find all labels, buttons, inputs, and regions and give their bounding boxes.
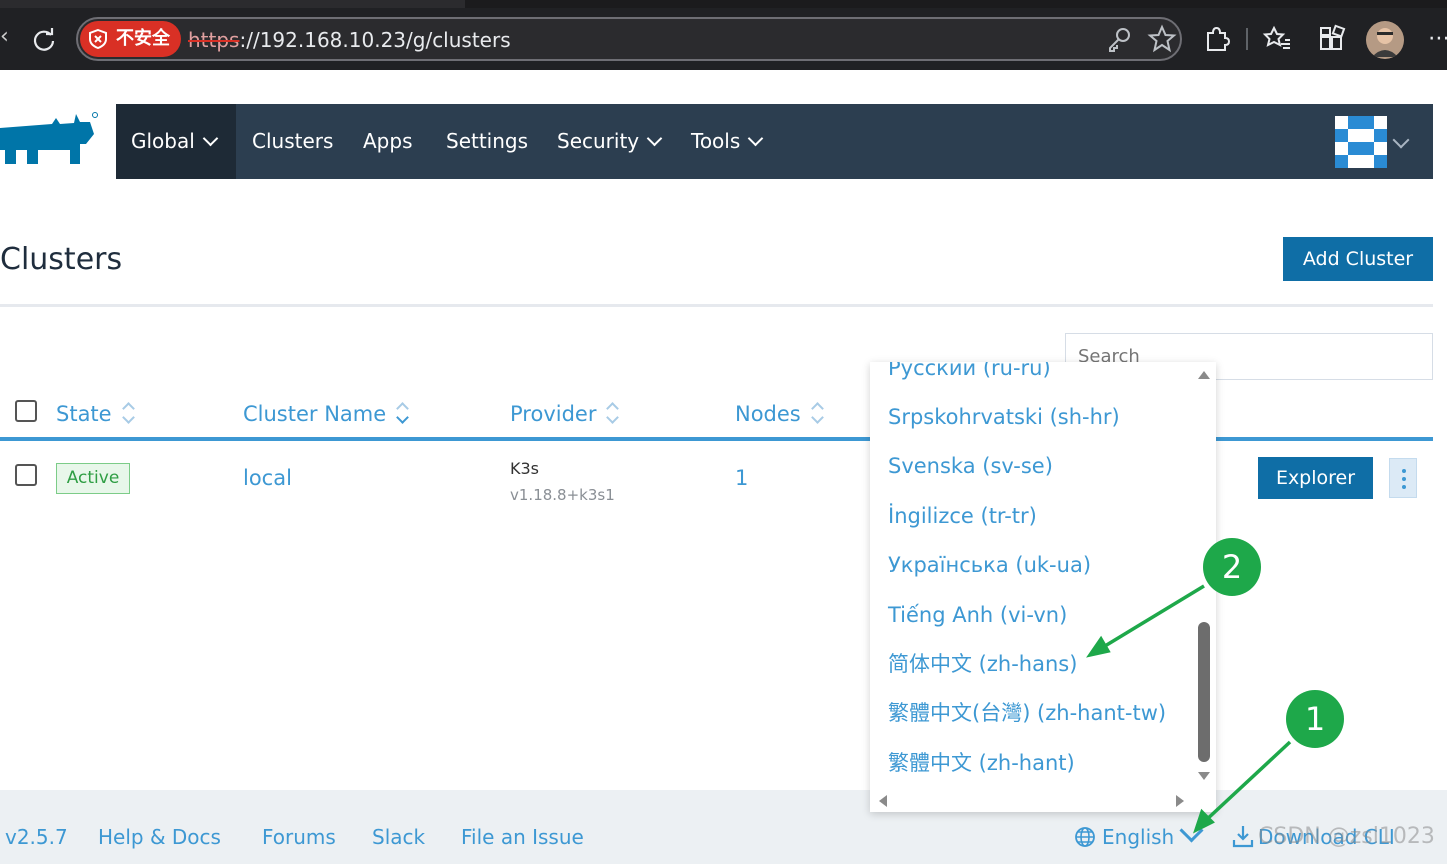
language-option[interactable]: Srpskohrvatski (sh-hr): [888, 399, 1120, 435]
scroll-down-arrow-icon[interactable]: [1198, 772, 1210, 780]
chevron-down-icon: [646, 130, 663, 147]
language-dropdown[interactable]: Русский (ru-ru) Srpskohrvatski (sh-hr) S…: [870, 362, 1216, 812]
chevron-down-icon: [748, 130, 764, 147]
language-option[interactable]: 繁體中文 (zh-hant): [888, 745, 1075, 781]
back-icon[interactable]: ‹: [0, 22, 12, 52]
nav-apps-label: Apps: [363, 129, 413, 153]
watermark: CSDN @zsl1023: [1258, 824, 1435, 849]
provider-name: K3s: [510, 459, 540, 478]
status-badge: Active: [56, 463, 130, 494]
scroll-right-arrow-icon[interactable]: [1176, 795, 1184, 807]
star-icon[interactable]: [1147, 24, 1177, 54]
version-label[interactable]: v2.5.7: [5, 822, 68, 852]
state-header-label: State: [56, 402, 112, 426]
extensions-icon[interactable]: [1202, 24, 1232, 54]
profile-avatar[interactable]: [1366, 21, 1404, 59]
column-header-nodes[interactable]: Nodes: [735, 398, 825, 430]
toolbar-separator: [1246, 28, 1248, 50]
row-checkbox[interactable]: [15, 464, 37, 486]
language-option[interactable]: Русский (ru-ru): [888, 362, 1051, 386]
explorer-button[interactable]: Explorer: [1258, 457, 1373, 499]
language-option-zh-hans[interactable]: 简体中文 (zh-hans): [888, 646, 1077, 682]
user-avatar[interactable]: [1335, 116, 1387, 168]
key-icon[interactable]: [1104, 24, 1134, 54]
footer-link-slack[interactable]: Slack: [372, 822, 425, 852]
nav-tools-label: Tools: [691, 129, 741, 153]
add-cluster-button[interactable]: Add Cluster: [1283, 237, 1433, 281]
language-option[interactable]: Українська (uk-ua): [888, 547, 1091, 583]
language-selector[interactable]: English: [1102, 822, 1174, 852]
active-tab[interactable]: [0, 0, 465, 8]
nav-apps[interactable]: Apps: [363, 104, 413, 179]
nav-clusters-label: Clusters: [252, 129, 334, 153]
language-option[interactable]: Svenska (sv-se): [888, 448, 1053, 484]
sort-icon: [396, 401, 410, 425]
nav-security-label: Security: [557, 129, 640, 153]
provider-header-label: Provider: [510, 402, 597, 426]
scroll-left-arrow-icon[interactable]: [879, 795, 887, 807]
page-title: Clusters: [0, 242, 123, 277]
title-divider: [0, 304, 1433, 307]
scroll-up-arrow-icon[interactable]: [1198, 371, 1210, 379]
favorites-icon[interactable]: [1262, 24, 1292, 54]
provider-version: v1.18.8+k3s1: [510, 486, 615, 504]
tab-strip: [0, 0, 1447, 8]
select-all-checkbox[interactable]: [15, 400, 37, 422]
cluster-name-link[interactable]: local: [243, 463, 292, 493]
annotation-marker-1: 1: [1286, 690, 1344, 748]
url-text[interactable]: https://192.168.10.23/g/clusters: [188, 26, 511, 54]
sort-icon: [121, 401, 136, 425]
security-label: 不安全: [116, 28, 170, 49]
row-actions-kebab-icon[interactable]: [1389, 458, 1417, 498]
shield-warning-icon: [88, 28, 108, 50]
url-scheme: https: [188, 28, 240, 52]
nav-global[interactable]: Global: [131, 104, 219, 179]
footer-link-file-issue[interactable]: File an Issue: [461, 822, 584, 852]
dropdown-scrollbar-thumb[interactable]: [1198, 622, 1210, 762]
annotation-marker-2: 2: [1203, 538, 1261, 596]
nav-security[interactable]: Security: [557, 104, 663, 179]
cluster-name-header-label: Cluster Name: [243, 402, 387, 426]
globe-icon: [1074, 826, 1096, 848]
language-option[interactable]: Tiếng Anh (vi-vn): [888, 597, 1067, 633]
nodes-header-label: Nodes: [735, 402, 801, 426]
footer-link-forums[interactable]: Forums: [262, 822, 336, 852]
nav-settings[interactable]: Settings: [446, 104, 528, 179]
language-option[interactable]: İngilizce (tr-tr): [888, 498, 1037, 534]
collections-icon[interactable]: [1317, 24, 1347, 54]
language-option[interactable]: 繁體中文(台灣) (zh-hant-tw): [888, 695, 1166, 731]
footer-link-help-docs[interactable]: Help & Docs: [98, 822, 221, 852]
more-icon[interactable]: ⋯: [1428, 24, 1447, 54]
nav-settings-label: Settings: [446, 129, 529, 153]
sort-icon: [606, 401, 620, 425]
column-header-cluster-name[interactable]: Cluster Name: [243, 398, 410, 430]
reload-icon[interactable]: [30, 26, 58, 54]
download-icon[interactable]: [1232, 824, 1254, 848]
node-count-link[interactable]: 1: [735, 463, 748, 493]
column-header-provider[interactable]: Provider: [510, 398, 620, 430]
table-header-divider: [0, 437, 1433, 441]
nav-global-label: Global: [131, 129, 195, 153]
column-header-state[interactable]: State: [56, 398, 136, 430]
security-chip[interactable]: 不安全: [80, 21, 181, 57]
sort-icon: [810, 401, 825, 425]
chevron-down-icon: [202, 130, 219, 147]
nav-tools[interactable]: Tools: [691, 104, 764, 179]
nav-clusters[interactable]: Clusters: [252, 104, 333, 179]
rancher-logo[interactable]: [0, 110, 100, 172]
url-path: ://192.168.10.23/g/clusters: [239, 28, 511, 52]
